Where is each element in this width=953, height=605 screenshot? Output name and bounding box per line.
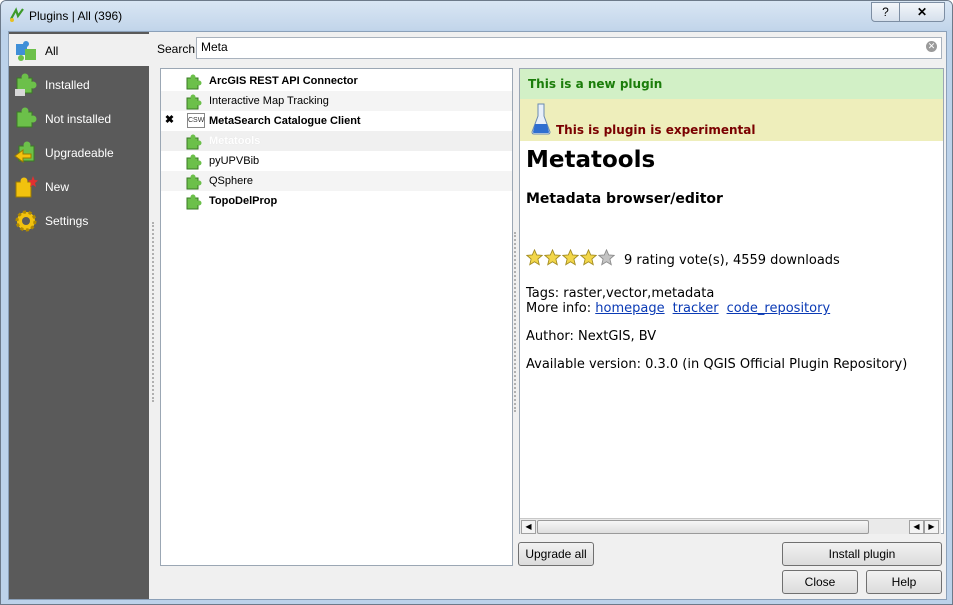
experimental-banner: This is plugin is experimental [520, 99, 943, 141]
star-empty-icon [598, 249, 615, 266]
code-repository-link[interactable]: code_repository [727, 301, 831, 316]
detail-splitter[interactable] [514, 232, 518, 412]
puzzle-installed-icon [15, 73, 37, 96]
list-item[interactable]: ✖ CSW MetaSearch Catalogue Client [161, 111, 512, 131]
dialog-body: All Installed Not installed Upgradeable [8, 31, 947, 600]
star-filled-icon [526, 249, 543, 266]
sidebar-item-label: Upgradeable [45, 146, 114, 160]
scroll-right-icon[interactable]: ▶ [924, 520, 939, 534]
puzzle-icon [186, 154, 202, 170]
search-field-container: ✕ [196, 37, 942, 59]
csw-icon: CSW [187, 113, 205, 128]
puzzle-all-icon [16, 41, 36, 61]
plugin-checkbox[interactable]: ✖ [164, 115, 175, 126]
sidebar-splitter[interactable] [152, 222, 156, 402]
rating-text: 9 rating vote(s), 4559 downloads [624, 253, 840, 268]
sidebar-item-label: All [45, 44, 59, 58]
plugin-checkbox[interactable] [164, 175, 175, 186]
list-item[interactable]: Interactive Map Tracking [161, 91, 512, 111]
detail-horizontal-scrollbar[interactable]: ◀ ◀ ▶ [520, 518, 941, 534]
plugin-checkbox[interactable] [164, 95, 175, 106]
more-info-label: More info: [526, 301, 592, 316]
puzzle-new-icon [15, 176, 38, 198]
sidebar-item-all[interactable]: All [9, 34, 149, 66]
gear-icon [15, 210, 37, 232]
list-item[interactable]: pyUPVBib [161, 151, 512, 171]
sidebar-item-installed[interactable]: Installed [9, 68, 149, 100]
list-item[interactable]: Metatools [161, 131, 512, 151]
experimental-text: This is plugin is experimental [556, 123, 756, 137]
sidebar-item-not-installed[interactable]: Not installed [9, 102, 149, 134]
plugins-window: Plugins | All (396) ? ✕ All Installed No… [0, 0, 953, 605]
plugin-name: ArcGIS REST API Connector [209, 75, 358, 87]
search-label: Search [157, 42, 196, 56]
plugin-title: Metatools [526, 147, 656, 173]
upgrade-all-button[interactable]: Upgrade all [518, 542, 594, 566]
sidebar-item-label: Settings [45, 214, 89, 228]
author-line: Author: NextGIS, BV [526, 329, 657, 344]
list-item[interactable]: QSphere [161, 171, 512, 191]
homepage-link[interactable]: homepage [595, 301, 664, 316]
close-button[interactable]: Close [782, 570, 858, 594]
install-plugin-button[interactable]: Install plugin [782, 542, 942, 566]
puzzle-icon [186, 194, 202, 210]
puzzle-icon [186, 94, 202, 110]
tags-line: Tags: raster,vector,metadata [526, 286, 715, 301]
puzzle-icon [186, 174, 202, 190]
plugin-subtitle: Metadata browser/editor [526, 191, 723, 207]
plugin-checkbox[interactable] [164, 155, 175, 166]
star-filled-icon [544, 249, 561, 266]
sidebar-item-label: Installed [45, 78, 90, 92]
star-filled-icon [562, 249, 579, 266]
puzzle-icon [186, 134, 202, 150]
sidebar-item-upgradeable[interactable]: Upgradeable [9, 136, 149, 168]
plugin-name: QSphere [209, 175, 254, 187]
plugin-checkbox[interactable] [164, 195, 175, 206]
plugin-name: MetaSearch Catalogue Client [209, 115, 361, 127]
plugin-name: Metatools [209, 135, 261, 147]
list-item[interactable]: TopoDelProp [161, 191, 512, 211]
title-close-button[interactable]: ✕ [899, 2, 945, 22]
plugin-name: Interactive Map Tracking [209, 95, 329, 107]
plugin-name: pyUPVBib [209, 155, 260, 167]
sidebar-item-label: Not installed [45, 112, 112, 126]
window-title: Plugins | All (396) [29, 9, 123, 23]
sidebar-item-new[interactable]: New [9, 170, 149, 202]
plugin-details-panel: This is a new plugin This is plugin is e… [519, 68, 944, 534]
help-button[interactable]: Help [866, 570, 942, 594]
sidebar-item-label: New [45, 180, 70, 194]
new-plugin-text: This is a new plugin [528, 77, 663, 91]
scroll-left-icon[interactable]: ◀ [909, 520, 924, 534]
qgis-plugin-icon [10, 7, 24, 22]
tracker-link[interactable]: tracker [673, 301, 719, 316]
scroll-left-icon[interactable]: ◀ [521, 520, 536, 534]
list-item[interactable]: ArcGIS REST API Connector [161, 71, 512, 91]
puzzle-not-installed-icon [16, 107, 37, 128]
version-line: Available version: 0.3.0 (in QGIS Offici… [526, 357, 908, 372]
search-input[interactable] [197, 38, 905, 56]
plugin-name: TopoDelProp [209, 195, 278, 207]
star-filled-icon [580, 249, 597, 266]
puzzle-icon [186, 74, 202, 90]
new-plugin-banner: This is a new plugin [520, 69, 943, 99]
puzzle-upgradeable-icon [14, 141, 35, 163]
rating-stars [526, 249, 616, 267]
title-help-button[interactable]: ? [871, 2, 900, 22]
title-bar[interactable]: Plugins | All (396) ? ✕ [1, 1, 952, 30]
more-info-line: More info: homepage tracker code_repositor… [526, 301, 838, 316]
category-sidebar: All Installed Not installed Upgradeable [9, 32, 149, 599]
plugin-checkbox[interactable] [164, 75, 175, 86]
flask-icon [531, 103, 551, 135]
scrollbar-thumb[interactable] [537, 520, 869, 534]
plugin-checkbox[interactable] [164, 135, 175, 146]
plugin-list: ArcGIS REST API Connector Interactive Ma… [160, 68, 513, 566]
sidebar-item-settings[interactable]: Settings [9, 204, 149, 236]
clear-search-icon[interactable]: ✕ [926, 41, 937, 52]
